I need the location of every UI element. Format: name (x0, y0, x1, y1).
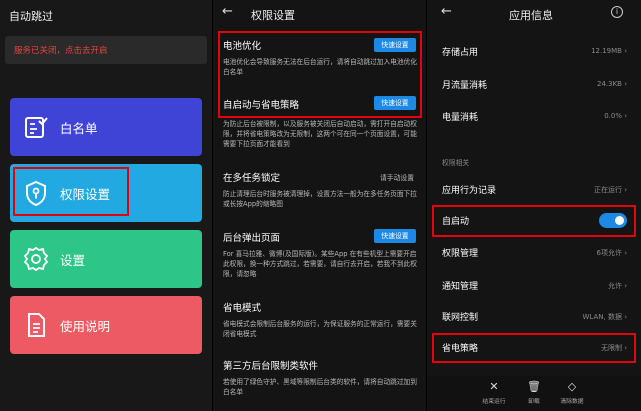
settings-label: 设置 (60, 253, 86, 268)
app-info-panel: ← 应用信息 i 存储占用 12.19MB › 月流量消耗 24.3KB › 电… (427, 0, 641, 411)
document-icon (28, 313, 45, 337)
section-description: 为防止后台被限制，以及服务被关闭后自动启动，需打开自启动权限，并将省电策略改为无… (223, 120, 417, 148)
permission-manage-row[interactable]: 权限管理 6项允许 › (427, 243, 641, 263)
manual-setup-link[interactable]: 请手动设置 (380, 172, 414, 182)
row-key: 电量消耗 (442, 113, 479, 123)
section-description: 若使用了绿色守护、黑域等限制后台类的软件，请将自动跳过加到白名单 (223, 378, 417, 396)
page-title: 应用信息 (509, 9, 553, 22)
row-key: 通知管理 (442, 282, 479, 292)
row-key: 权限管理 (442, 249, 479, 259)
whitelist-tile[interactable]: 白名单 (10, 98, 202, 156)
permission-settings-panel: ← 权限设置 电池优化 电池优化会导致服务无法在后台运行，请将自动跳过加入电池优… (213, 0, 426, 411)
traffic-row[interactable]: 月流量消耗 24.3KB › (427, 75, 641, 95)
row-value: 24.3KB › (596, 80, 627, 88)
back-arrow-icon[interactable]: ← (222, 4, 233, 19)
row-key: 存储占用 (442, 48, 479, 58)
row-key: 应用行为记录 (442, 186, 497, 196)
app-title: 自动跳过 (9, 10, 53, 23)
notification-row[interactable]: 通知管理 允许 › (427, 276, 641, 296)
instructions-label: 使用说明 (60, 319, 111, 334)
instructions-tile[interactable]: 使用说明 (10, 296, 202, 354)
highlight-box-permission (13, 167, 129, 216)
section-description: 省电模式会限制后台服务的运行，为保证服务的正常运行，需要关闭省电模式 (223, 320, 417, 338)
popup-quick-setup-button[interactable]: 快速设置 (374, 229, 416, 243)
permission-group-label: 权限相关 (442, 159, 470, 167)
section-heading: 省电模式 (223, 303, 262, 314)
row-value: 0.0% › (604, 112, 627, 120)
main-screen-panel: 自动跳过 服务已关闭，点击去开启 白名单 权限设置 设置 使用说明 (0, 0, 212, 411)
row-value: 12.19MB › (591, 47, 627, 55)
info-icon[interactable]: i (611, 6, 623, 18)
battery-usage-row[interactable]: 电量消耗 0.0% › (427, 107, 641, 127)
row-value: WLAN, 数据 › (582, 313, 627, 321)
section-description: 防止清理后台时服务被清理掉，设置方法一般为在多任务页面下拉或长按App的缩略图 (223, 190, 417, 208)
row-key: 联网控制 (442, 313, 479, 323)
section-heading: 第三方后台限制类软件 (223, 361, 319, 372)
storage-row[interactable]: 存储占用 12.19MB › (427, 42, 641, 62)
checklist-icon (25, 117, 48, 138)
row-value: 允许 › (607, 282, 627, 290)
section-description: For 喜马拉雅、微博(及国际版)。某些App 在有些机型上需要开启此权限，换一… (223, 250, 417, 278)
row-value: 正在运行 › (593, 186, 627, 194)
highlight-box-autostart (432, 205, 636, 237)
whitelist-label: 白名单 (60, 121, 98, 136)
service-status-text: 服务已关闭，点击去开启 (14, 46, 108, 56)
power-saving-section: 省电模式 省电模式会限制后台服务的运行，为保证服务的正常运行，需要关闭省电模式 (223, 300, 419, 339)
eraser-icon: ◇ (567, 380, 577, 393)
back-arrow-icon[interactable]: ← (441, 4, 452, 19)
autostart-description-block: 为防止后台被限制，以及服务被关闭后自动启动，需打开自启动权限，并将省电策略改为无… (223, 119, 419, 149)
gear-icon (23, 246, 49, 272)
service-status-banner[interactable]: 服务已关闭，点击去开启 (5, 36, 207, 64)
highlight-box-battery (218, 31, 422, 118)
bottom-action-bar: ✕ 结束运行 🗑 卸载 ◇ 清除数据 (427, 376, 641, 411)
highlight-box-power-policy (432, 333, 636, 363)
row-value: 6项允许 › (596, 249, 627, 257)
settings-tile[interactable]: 设置 (10, 230, 202, 288)
clear-data-label: 清除数据 (560, 399, 584, 405)
app-behavior-row[interactable]: 应用行为记录 正在运行 › (427, 180, 641, 200)
page-title: 权限设置 (251, 9, 295, 22)
row-key: 月流量消耗 (442, 81, 488, 91)
network-control-row[interactable]: 联网控制 WLAN, 数据 › (427, 307, 641, 327)
third-party-section: 第三方后台限制类软件 若使用了绿色守护、黑域等限制后台类的软件，请将自动跳过加到… (223, 358, 419, 397)
clear-data-button[interactable]: ◇ 清除数据 (549, 380, 595, 405)
